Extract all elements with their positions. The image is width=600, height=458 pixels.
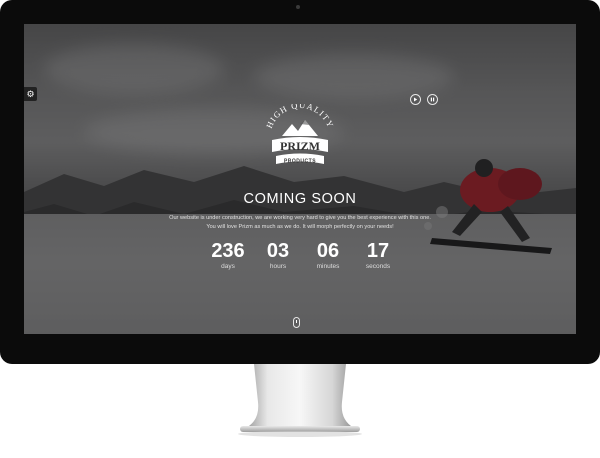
description-line-2: You will love Prizm as much as we do. It… (206, 224, 394, 230)
countdown-value: 06 (316, 240, 340, 262)
page-title: COMING SOON (243, 191, 357, 207)
countdown-timer: 236 days 03 hours 06 minutes 17 seconds (208, 240, 398, 274)
countdown-label: seconds (365, 263, 391, 270)
logo-brand: PRIZM (280, 139, 320, 153)
countdown-value: 236 (211, 240, 245, 262)
countdown-minutes: 06 minutes (308, 240, 348, 274)
logo-top-text: HIGH QUALITY (264, 104, 335, 130)
logo-bottom-text: PRODUCTS (284, 159, 316, 165)
settings-gear-icon[interactable]: ⚙ (24, 87, 37, 101)
countdown-value: 17 (366, 240, 390, 262)
mouse-scroll-icon[interactable] (293, 317, 300, 328)
svg-text:HIGH QUALITY: HIGH QUALITY (264, 104, 336, 130)
description-line-1: Our website is under construction, we ar… (169, 215, 431, 221)
countdown-label: days (221, 263, 235, 270)
prizm-logo: HIGH QUALITY PRIZM PRODUCTS (264, 104, 336, 165)
scroll-wheel (296, 320, 297, 323)
website-screen: ⚙ HIGH QUALITY PRIZM PRODUCTS COMING SOO… (24, 24, 576, 334)
play-icon[interactable] (410, 94, 421, 105)
monitor-bezel: ⚙ HIGH QUALITY PRIZM PRODUCTS COMING SOO… (0, 0, 600, 364)
countdown-label: minutes (316, 263, 340, 270)
countdown-days: 236 days (208, 240, 248, 274)
dark-overlay (24, 24, 576, 334)
pause-icon[interactable] (427, 94, 438, 105)
countdown-label: hours (269, 263, 287, 270)
monitor-stand (238, 364, 362, 437)
countdown-seconds: 17 seconds (358, 240, 398, 274)
countdown-value: 03 (266, 240, 290, 262)
countdown-hours: 03 hours (258, 240, 298, 274)
webcam-dot (296, 5, 300, 9)
video-controls (410, 94, 438, 105)
